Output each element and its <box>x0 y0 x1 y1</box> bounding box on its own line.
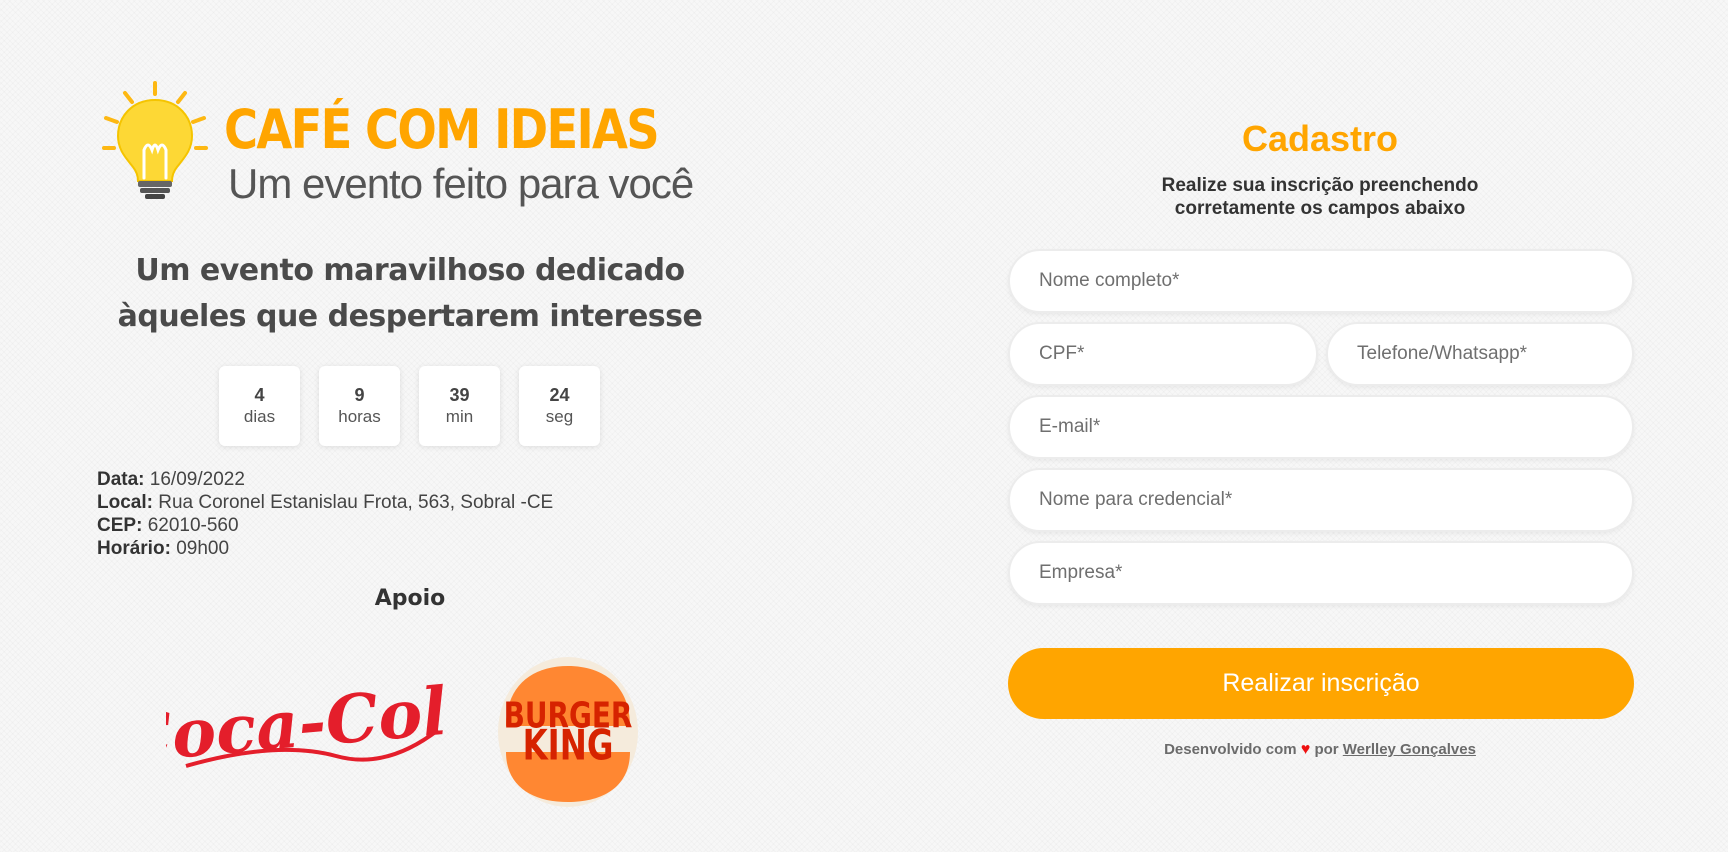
countdown-value: 39 <box>449 385 470 405</box>
event-headline: Um evento maravilhoso dedicado àqueles q… <box>117 253 703 334</box>
countdown-seconds: 24 seg <box>519 366 600 446</box>
detail-label: Horário: <box>97 538 171 559</box>
event-tagline: Um evento feito para você <box>228 160 694 207</box>
detail-label: CEP: <box>97 515 143 536</box>
submit-registration-button[interactable]: Realizar inscrição <box>1008 648 1634 719</box>
heart-icon: ♥ <box>1300 741 1311 758</box>
countdown-value: 4 <box>254 385 265 405</box>
countdown-unit: dias <box>243 407 276 426</box>
event-details: Data: 16/09/2022 Local: Rua Coronel Esta… <box>97 468 553 560</box>
form-subtitle-line2: corretamente os campos abaixo <box>1174 198 1466 219</box>
detail-value: Rua Coronel Estanislau Frota, 563, Sobra… <box>158 492 554 513</box>
full-name-input[interactable] <box>1008 249 1634 313</box>
sponsors-title: Apoio <box>374 586 446 611</box>
detail-value: 16/09/2022 <box>149 469 245 490</box>
company-input[interactable] <box>1008 541 1634 605</box>
countdown-unit: min <box>445 407 474 426</box>
countdown-timer: 4 dias 9 horas 39 min 24 seg <box>219 366 600 446</box>
form-subtitle-line1: Realize sua inscrição preenchendo <box>1161 175 1479 196</box>
event-info-panel: CAFÉ COM IDEIAS Um evento feito para voc… <box>0 0 820 852</box>
detail-value: 09h00 <box>176 538 230 559</box>
form-title: Cadastro <box>1241 118 1399 159</box>
email-input[interactable] <box>1008 395 1634 459</box>
author-link[interactable]: Werlley Gonçalves <box>1343 741 1476 758</box>
event-title: CAFÉ COM IDEIAS <box>224 98 660 161</box>
countdown-value: 9 <box>354 385 365 405</box>
countdown-hours: 9 horas <box>319 366 400 446</box>
countdown-unit: seg <box>545 407 574 426</box>
countdown-value: 24 <box>549 385 570 405</box>
coca-cola-wordmark: Coca-Cola <box>166 680 448 778</box>
detail-label: Local: <box>97 492 153 513</box>
coca-cola-logo: Coca-Cola <box>166 680 448 778</box>
detail-time: Horário: 09h00 <box>97 537 553 560</box>
countdown-minutes: 39 min <box>419 366 500 446</box>
cpf-input[interactable] <box>1008 322 1318 386</box>
detail-label: Data: <box>97 469 145 490</box>
detail-zipcode: CEP: 62010-560 <box>97 514 553 537</box>
event-logo: CAFÉ COM IDEIAS Um evento feito para voc… <box>100 80 740 210</box>
countdown-unit: horas <box>338 407 381 426</box>
detail-date: Data: 16/09/2022 <box>97 468 553 491</box>
form-subtitle: Realize sua inscrição preenchendo corret… <box>1000 174 1640 220</box>
burger-king-logo: BURGER KING <box>498 657 638 807</box>
detail-location: Local: Rua Coronel Estanislau Frota, 563… <box>97 491 553 514</box>
countdown-days: 4 dias <box>219 366 300 446</box>
phone-input[interactable] <box>1326 322 1634 386</box>
detail-value: 62010-560 <box>147 515 239 536</box>
badge-name-input[interactable] <box>1008 468 1634 532</box>
footer-middle: por <box>1314 741 1339 758</box>
lightbulb-icon <box>102 81 208 199</box>
burger-king-text-bottom: KING <box>523 721 614 770</box>
footer-prefix: Desenvolvido com <box>1164 741 1297 758</box>
registration-panel: Cadastro Realize sua inscrição preenchen… <box>1000 0 1640 852</box>
footer-credits: Desenvolvido com ♥ por Werlley Gonçalves <box>1000 741 1640 759</box>
